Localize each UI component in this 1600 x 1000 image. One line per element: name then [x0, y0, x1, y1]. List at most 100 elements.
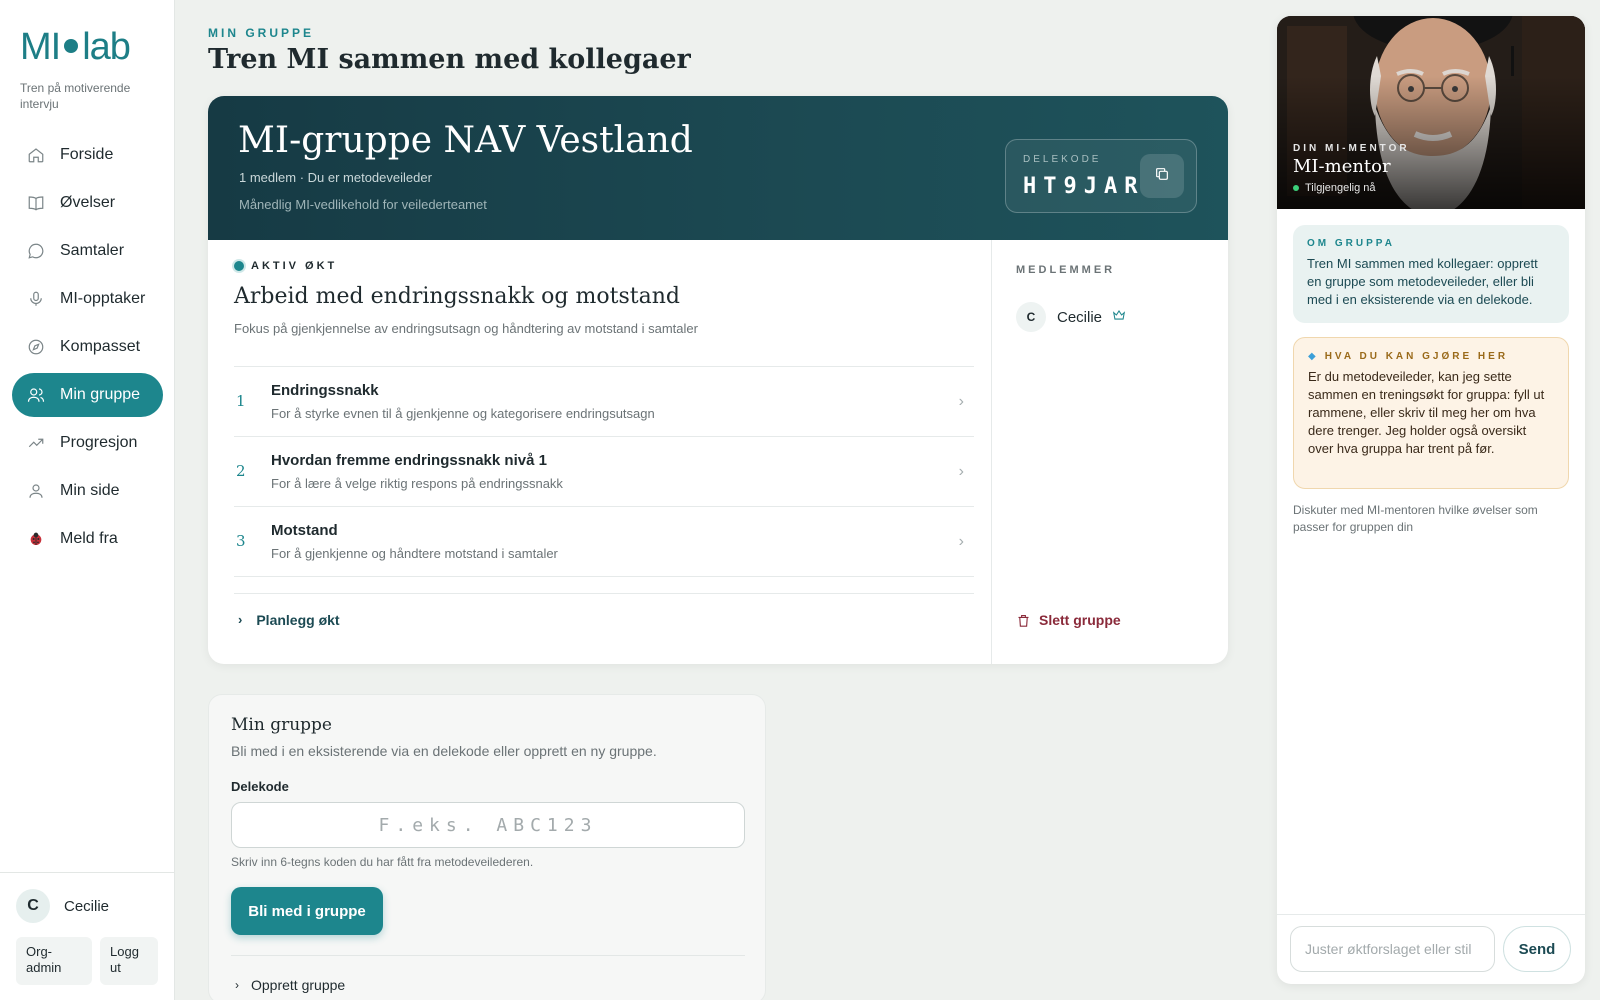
what-you-can-do-text: Er du metodeveileder, kan jeg sette samm…	[1308, 369, 1545, 456]
avatar: C	[16, 889, 50, 923]
active-session-tag-label: AKTIV ØKT	[251, 260, 338, 272]
group-name: MI-gruppe NAV Vestland	[238, 120, 693, 161]
plan-session-label: Planlegg økt	[256, 611, 340, 628]
nav-item-kompasset[interactable]: Kompasset	[12, 325, 163, 369]
tagline: Tren på motiverende intervju	[20, 81, 131, 111]
logo-dot	[64, 38, 79, 53]
exercise-row[interactable]: 2 Hvordan fremme endringssnakk nivå 1 Fo…	[234, 437, 974, 507]
home-icon	[26, 145, 46, 165]
nav-item-label: MI-opptaker	[60, 290, 146, 307]
mentor-hint: Diskuter med MI-mentoren hvilke øvelser …	[1293, 503, 1538, 534]
plan-session-toggle[interactable]: › Planlegg økt	[234, 593, 974, 645]
share-code-value: HT9JAR	[1023, 174, 1145, 199]
about-group-text: Tren MI sammen med kollegaer: opprett en…	[1307, 256, 1538, 307]
about-group-box: OM GRUPPA Tren MI sammen med kollegaer: …	[1293, 225, 1569, 323]
share-code-input[interactable]	[231, 802, 745, 848]
join-group-card: Min gruppe Bli med i en eksisterende via…	[208, 694, 766, 1000]
nav-item-label: Kompasset	[60, 338, 141, 355]
trend-icon	[26, 433, 46, 453]
nav-item-label: Samtaler	[60, 242, 125, 259]
exercise-subtitle: For å gjenkjenne og håndtere motstand i …	[271, 546, 558, 561]
active-session: AKTIV ØKT Arbeid med endringssnakk og mo…	[234, 260, 974, 336]
user-name: Cecilie	[64, 897, 110, 915]
nav-item-mi-opptaker[interactable]: MI-opptaker	[12, 277, 163, 321]
delete-group-label: Slett gruppe	[1039, 612, 1121, 628]
exercise-number: 2	[236, 462, 246, 480]
chevron-right-icon: ›	[238, 612, 243, 627]
nav-item-label: Min gruppe	[60, 386, 141, 403]
nav-item-ovelser[interactable]: Øvelser	[12, 181, 163, 225]
create-group-label: Opprett gruppe	[251, 977, 346, 993]
delete-group-button[interactable]: Slett gruppe	[1016, 612, 1121, 628]
send-button[interactable]: Send	[1503, 926, 1571, 972]
session-title: Arbeid med endringssnakk og motstand	[234, 284, 680, 309]
group-description: Månedlig MI-vedlikehold for veilederteam…	[239, 197, 487, 212]
exercise-subtitle: For å lære å velge riktig respons på end…	[271, 476, 563, 491]
mentor-portrait: DIN MI-MENTOR MI-mentor Tilgjengelig nå	[1277, 16, 1585, 209]
session-description: Fokus på gjenkjennelse av endringsutsagn…	[234, 321, 698, 336]
logo[interactable]: MI lab	[20, 26, 131, 69]
nav-item-forside[interactable]: Forside	[12, 133, 163, 177]
nav-item-progresjon[interactable]: Progresjon	[12, 421, 163, 465]
mentor-status-label: Tilgjengelig nå	[1305, 182, 1376, 194]
current-user[interactable]: C Cecilie	[16, 889, 109, 923]
exercise-list: 1 Endringssnakk For å styrke evnen til å…	[234, 366, 974, 577]
ladybug-icon	[26, 529, 46, 549]
active-session-tag: AKTIV ØKT	[234, 260, 974, 272]
divider	[231, 955, 745, 956]
share-code-hint: Skriv inn 6-tegns koden du har fått fra …	[231, 855, 534, 869]
nav-item-samtaler[interactable]: Samtaler	[12, 229, 163, 273]
logo-text-right: lab	[82, 26, 131, 68]
org-admin-button[interactable]: Org-admin	[16, 937, 92, 985]
mentor-message-input[interactable]	[1290, 926, 1495, 972]
exercise-number: 3	[236, 532, 246, 550]
nav-item-label: Meld fra	[60, 530, 118, 547]
book-icon	[26, 193, 46, 213]
exercise-title: Endringssnakk	[271, 382, 379, 399]
nav-item-label: Progresjon	[60, 434, 138, 451]
chevron-right-icon: ›	[235, 978, 239, 992]
exercise-subtitle: For å styrke evnen til å gjenkjenne og k…	[271, 406, 655, 421]
what-you-can-do-label: HVA DU KAN GJØRE HER	[1324, 351, 1509, 362]
microphone-icon	[26, 289, 46, 309]
divider	[991, 240, 992, 664]
gem-icon: ◆	[1308, 351, 1319, 362]
mentor-panel: DIN MI-MENTOR MI-mentor Tilgjengelig nå …	[1277, 16, 1585, 984]
what-you-can-do-box: ◆ HVA DU KAN GJØRE HER Er du metodeveiled…	[1293, 337, 1569, 489]
group-hero: MI-gruppe NAV Vestland 1 medlem · Du er …	[208, 96, 1228, 240]
mentor-composer: Send	[1277, 914, 1585, 984]
status-dot	[234, 261, 244, 271]
nav-item-meld-fra[interactable]: Meld fra	[12, 517, 163, 561]
user-icon	[26, 481, 46, 501]
create-group-toggle[interactable]: › Opprett gruppe	[231, 977, 345, 993]
what-you-can-do-title: ◆ HVA DU KAN GJØRE HER	[1308, 351, 1554, 362]
nav-item-label: Øvelser	[60, 194, 116, 211]
chat-icon	[26, 241, 46, 261]
about-group-title: OM GRUPPA	[1307, 238, 1395, 249]
online-dot	[1293, 185, 1299, 191]
group-meta: 1 medlem · Du er metodeveileder	[239, 170, 432, 185]
members-heading: MEDLEMMER	[1016, 264, 1116, 276]
mentor-name: MI-mentor	[1293, 156, 1391, 177]
crown-icon	[1112, 308, 1126, 327]
logout-button[interactable]: Logg ut	[100, 937, 158, 985]
exercise-title: Motstand	[271, 522, 338, 539]
users-icon	[26, 385, 46, 405]
share-code-field-label: Delekode	[231, 779, 289, 794]
exercise-number: 1	[236, 392, 246, 410]
join-group-button[interactable]: Bli med i gruppe	[231, 887, 383, 935]
member-item: C Cecilie	[1016, 302, 1126, 332]
nav-item-min-side[interactable]: Min side	[12, 469, 163, 513]
page-eyebrow: MIN GRUPPE	[208, 26, 315, 40]
exercise-row[interactable]: 3 Motstand For å gjenkjenne og håndtere …	[234, 507, 974, 577]
exercise-row[interactable]: 1 Endringssnakk For å styrke evnen til å…	[234, 367, 974, 437]
copy-code-button[interactable]	[1140, 154, 1184, 198]
page-title: Tren MI sammen med kollegaer	[208, 44, 691, 75]
share-code-label: DELEKODE	[1023, 154, 1102, 165]
mentor-eyebrow: DIN MI-MENTOR	[1293, 143, 1410, 154]
main-nav: Forside Øvelser Samtaler MI-opptaker Kom…	[12, 133, 163, 565]
sidebar-user-area: C Cecilie Org-admin Logg ut	[0, 872, 175, 1000]
nav-item-min-gruppe[interactable]: Min gruppe	[12, 373, 163, 417]
copy-icon	[1154, 166, 1170, 187]
join-description: Bli med i en eksisterende via en delekod…	[231, 743, 657, 759]
